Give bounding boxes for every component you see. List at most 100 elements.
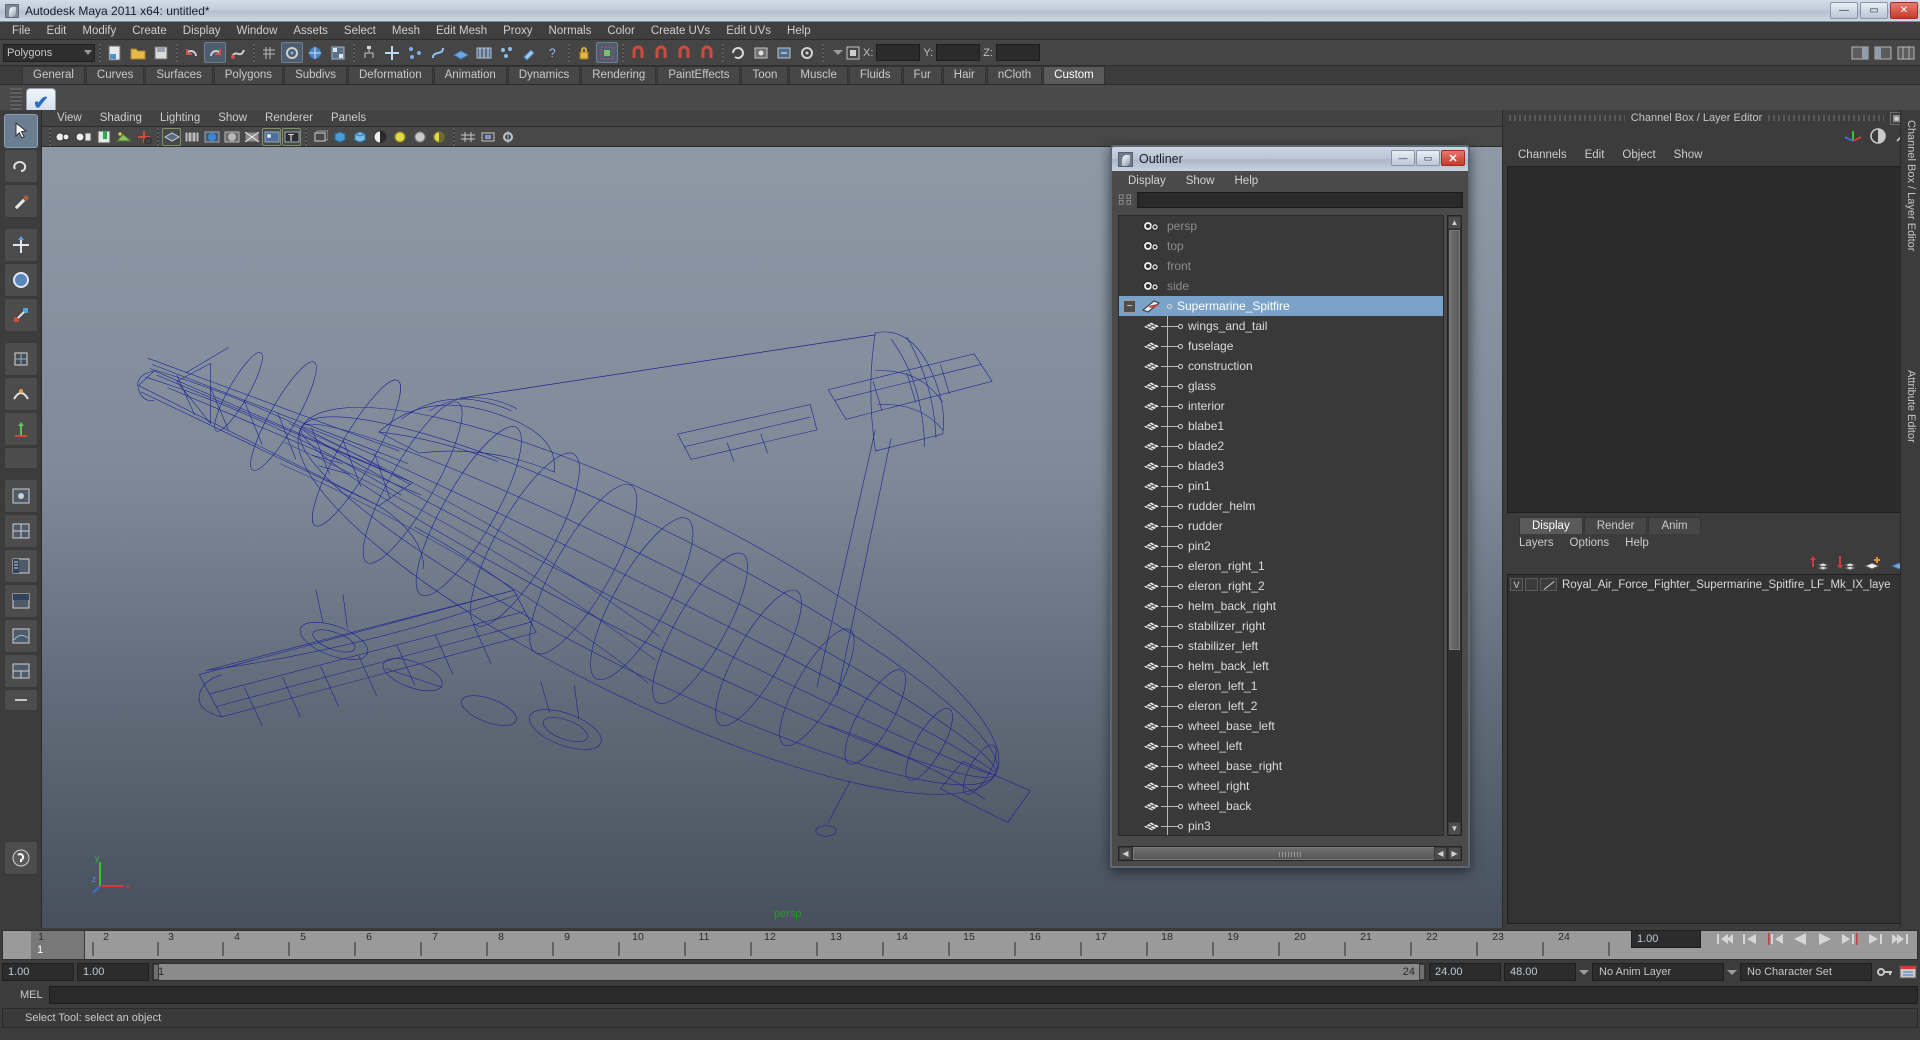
range-start-field[interactable]: 1.00 [2,963,74,981]
outliner-scroll-thumb[interactable] [1449,230,1460,650]
save-scene-icon[interactable] [150,42,172,63]
command-line-input[interactable] [48,986,1918,1004]
shelf-tab-subdivs[interactable]: Subdivs [284,66,347,84]
layer-menu-options[interactable]: Options [1562,537,1618,549]
chevron-down-icon[interactable] [1579,969,1589,975]
history-icon[interactable] [727,42,749,63]
snap-curve-icon[interactable] [227,42,249,63]
menu-normals[interactable]: Normals [541,22,600,40]
hypershade-persp-layout-icon[interactable] [3,584,38,618]
outliner-item-fuselage[interactable]: fuselage [1119,336,1443,356]
layer-tab-anim[interactable]: Anim [1648,516,1701,534]
smooth-shade-icon[interactable] [182,128,201,146]
outliner-item-wheel-right[interactable]: wheel_right [1119,776,1443,796]
default-light-icon[interactable] [390,128,409,146]
two-d-pan-zoom-icon[interactable] [134,128,153,146]
outliner-item-rudder-helm[interactable]: rudder_helm [1119,496,1443,516]
channel-box-menu-object[interactable]: Object [1613,149,1664,161]
menu-window[interactable]: Window [228,22,285,40]
menu-proxy[interactable]: Proxy [495,22,540,40]
surface-tool-icon[interactable] [450,42,472,63]
render-globals-icon[interactable] [327,42,349,63]
channel-box-menu-edit[interactable]: Edit [1576,149,1614,161]
layer-menu-layers[interactable]: Layers [1511,537,1562,549]
viewport-menu-show[interactable]: Show [209,110,256,127]
axis-manipulator-icon[interactable] [1844,128,1862,144]
film-gate-icon[interactable] [478,128,497,146]
outliner-item-helm-back-right[interactable]: helm_back_right [1119,596,1443,616]
menu-assets[interactable]: Assets [285,22,336,40]
undo-icon[interactable] [181,42,203,63]
outliner-item-side[interactable]: side [1119,276,1443,296]
display-layer-list[interactable]: V . Royal_Air_Force_Fighter_Supermarine_… [1507,573,1916,924]
scroll-up-arrow-icon[interactable]: ▲ [1448,216,1461,229]
move-layer-down-icon[interactable] [1836,554,1856,572]
bookmark-icon[interactable] [94,128,113,146]
shelf-tab-toon[interactable]: Toon [741,66,789,84]
shelf-tab-hair[interactable]: Hair [942,66,986,84]
outliner-item-wheel-base-left[interactable]: wheel_base_left [1119,716,1443,736]
menu-mesh[interactable]: Mesh [384,22,428,40]
scroll-down-arrow-icon[interactable]: ▼ [1448,822,1461,835]
image-plane-icon[interactable] [114,128,133,146]
single-perspective-layout-icon[interactable] [3,479,38,513]
move-layer-up-icon[interactable] [1809,554,1829,572]
coord-x-input[interactable] [876,44,921,61]
layer-menu-help[interactable]: Help [1617,537,1657,549]
layer-type-swatch[interactable] [1540,578,1557,591]
hotbox-help-icon[interactable] [3,841,38,875]
select-by-hierarchy-icon[interactable] [358,42,380,63]
outliner-item-helm-back-left[interactable]: helm_back_left [1119,656,1443,676]
shaded-cube-icon[interactable] [330,128,349,146]
wireframe-shading-icon[interactable] [162,128,181,146]
select-by-component-icon[interactable] [404,42,426,63]
shelf-tab-deformation[interactable]: Deformation [347,66,433,84]
menu-file[interactable]: File [4,22,39,40]
menu-select[interactable]: Select [336,22,384,40]
viewport-menu-shading[interactable]: Shading [91,110,151,127]
channel-box-menu-show[interactable]: Show [1665,149,1712,161]
show-hide-attribute-editor-icon[interactable] [1872,42,1894,63]
step-forward-key-icon[interactable] [1865,931,1885,948]
step-back-frame-icon[interactable] [1765,931,1785,948]
grid-toggle-icon[interactable] [458,128,477,146]
step-back-key-icon[interactable] [1740,931,1760,948]
menu-display[interactable]: Display [175,22,229,40]
render-settings-icon[interactable] [796,42,818,63]
scroll-left-arrow-icon[interactable]: ◀ [1119,847,1132,860]
xray-joints-cube-icon[interactable] [350,128,369,146]
shelf-tab-animation[interactable]: Animation [433,66,507,84]
xray-shading-icon[interactable] [310,128,329,146]
curve-tool-icon[interactable] [427,42,449,63]
outliner-item-persp[interactable]: persp [1119,216,1443,236]
outliner-item-blade2[interactable]: blade2 [1119,436,1443,456]
lasso-tool-icon[interactable] [3,149,38,183]
outliner-item-wheel-back[interactable]: wheel_back [1119,796,1443,816]
outliner-item-wings-and-tail[interactable]: wings_and_tail [1119,316,1443,336]
outliner-item-glass[interactable]: glass [1119,376,1443,396]
menu-color[interactable]: Color [599,22,642,40]
scroll-right-arrow-icon[interactable]: ◀ [1434,847,1447,860]
go-to-end-icon[interactable] [1890,931,1910,948]
dock-drag-handle[interactable] [1509,115,1625,121]
layer-visibility-toggle[interactable]: V [1510,578,1523,591]
coord-y-input[interactable] [936,44,981,61]
outliner-menu-help[interactable]: Help [1225,175,1269,187]
texture-display-icon[interactable] [262,128,281,146]
xray-text-icon[interactable]: T [282,128,301,146]
collapse-expander-icon[interactable]: − [1123,299,1136,313]
layer-tab-display[interactable]: Display [1519,516,1583,534]
shelf-tab-muscle[interactable]: Muscle [789,66,848,84]
chevron-down-icon[interactable] [833,50,843,55]
show-manipulator-tool-icon[interactable] [3,412,38,446]
shelf-tab-fluids[interactable]: Fluids [848,66,902,84]
minimize-button[interactable]: — [1830,2,1858,19]
select-marquee-icon[interactable] [596,42,618,63]
snap-view-planes-icon[interactable] [304,42,326,63]
outliner-menu-show[interactable]: Show [1176,175,1225,187]
last-tool-used-icon[interactable] [3,447,38,469]
anim-start-field[interactable]: 1.00 [77,963,149,981]
channel-box-attribute-list[interactable] [1507,166,1916,513]
snap-grid-icon[interactable] [258,42,280,63]
layer-name[interactable]: Royal_Air_Force_Fighter_Supermarine_Spit… [1562,579,1891,591]
